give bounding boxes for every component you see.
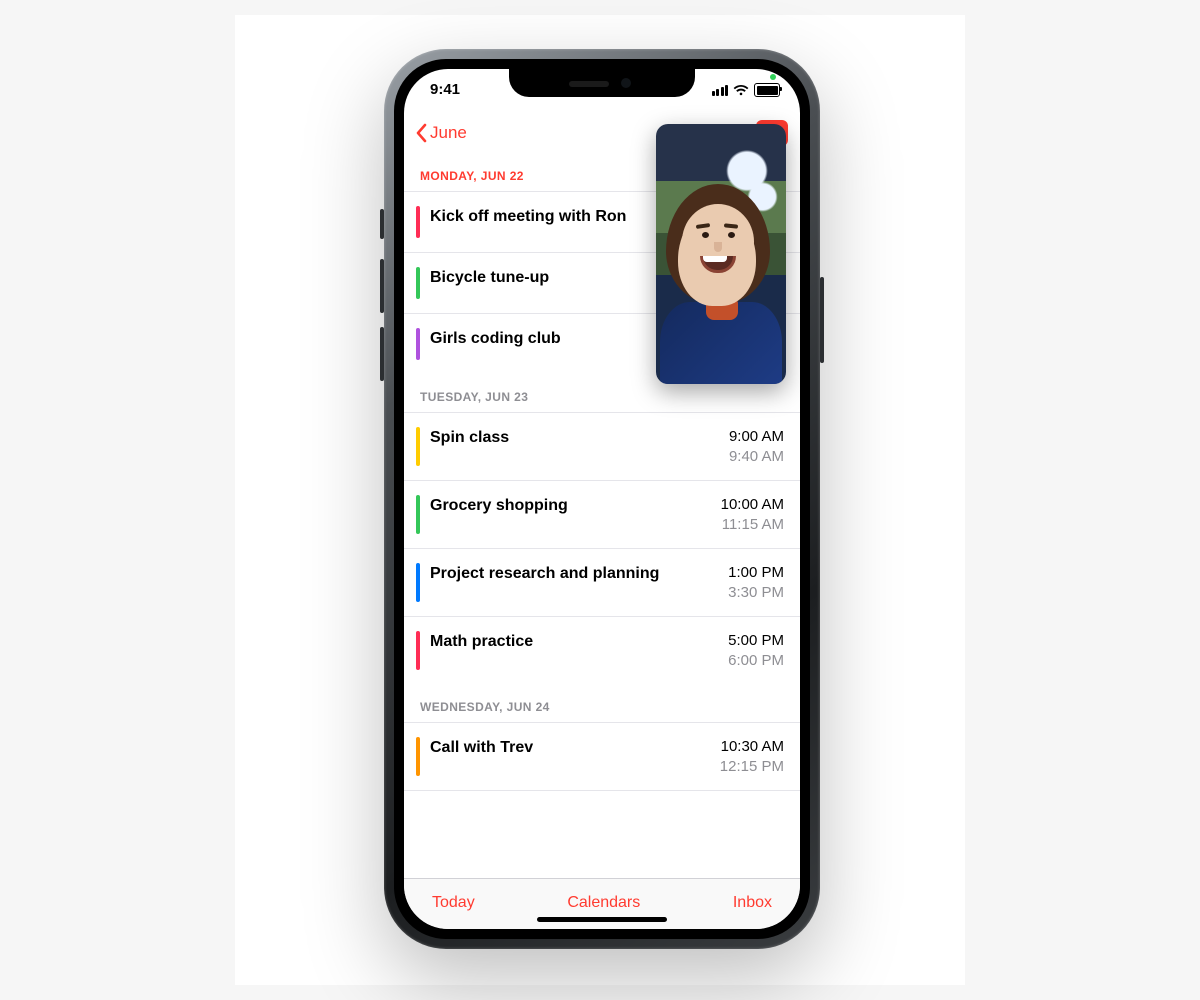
event-color-bar [416,737,420,776]
battery-icon [754,83,780,97]
status-time: 9:41 [430,81,460,98]
event-color-bar [416,631,420,670]
notch [509,69,695,97]
today-button[interactable]: Today [432,894,475,912]
event-title: Spin class [430,427,729,448]
inbox-button[interactable]: Inbox [733,894,772,912]
calendars-button[interactable]: Calendars [567,894,640,912]
side-button [820,277,824,363]
event-times: 10:30 AM12:15 PM [720,737,784,776]
event-times: 1:00 PM3:30 PM [728,563,784,602]
event-color-bar [416,267,420,299]
event-color-bar [416,206,420,238]
screen: 9:41 June MONDAY, JUN 22Kick off meeting… [404,69,800,929]
event-times: 10:00 AM11:15 AM [721,495,784,534]
event-times: 9:00 AM9:40 AM [729,427,784,466]
event-times: 5:00 PM6:00 PM [728,631,784,670]
event-row[interactable]: Grocery shopping10:00 AM11:15 AM [404,480,800,548]
wifi-icon [733,84,749,96]
iphone-device-frame: 9:41 June MONDAY, JUN 22Kick off meeting… [384,49,820,949]
cellular-signal-icon [712,85,729,96]
mute-switch [380,209,384,239]
back-label: June [430,123,467,143]
event-color-bar [416,495,420,534]
event-row[interactable]: Math practice5:00 PM6:00 PM [404,616,800,684]
event-row[interactable]: Spin class9:00 AM9:40 AM [404,412,800,480]
camera-indicator-dot [770,74,776,80]
event-title: Math practice [430,631,728,652]
event-title: Call with Trev [430,737,720,758]
section-header: WEDNESDAY, JUN 24 [404,684,800,722]
volume-down-button [380,327,384,381]
event-color-bar [416,427,420,466]
chevron-left-icon [416,123,428,143]
event-row[interactable]: Project research and planning1:00 PM3:30… [404,548,800,616]
home-indicator[interactable] [537,917,667,922]
event-color-bar [416,328,420,360]
event-row[interactable]: Call with Trev10:30 AM12:15 PM [404,722,800,791]
facetime-pip[interactable] [656,124,786,384]
event-title: Grocery shopping [430,495,721,516]
back-button[interactable]: June [416,123,467,143]
volume-up-button [380,259,384,313]
event-color-bar [416,563,420,602]
event-title: Project research and planning [430,563,728,584]
